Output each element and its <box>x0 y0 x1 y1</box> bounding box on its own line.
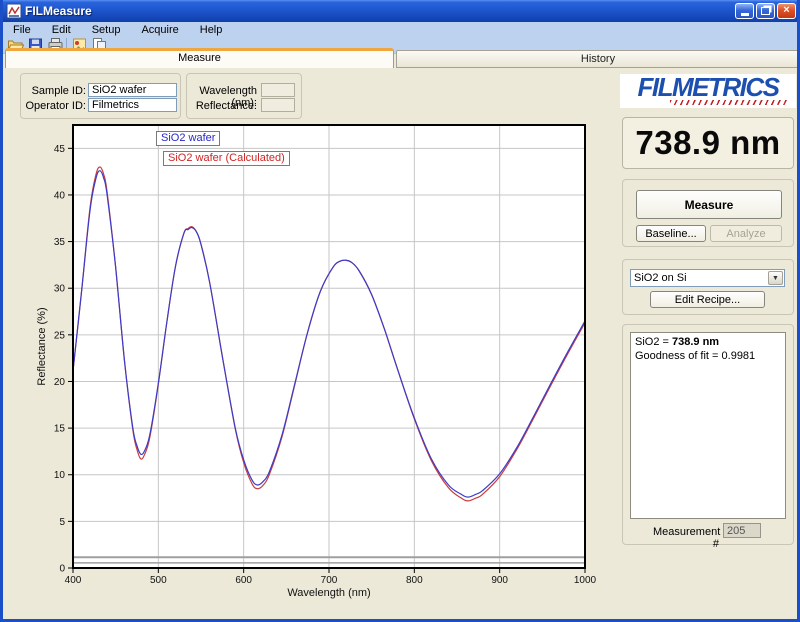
svg-text:400: 400 <box>65 575 82 586</box>
logo-text: FILMETRICS <box>638 72 779 102</box>
menu-bar: File Edit Setup Acquire Help <box>3 22 800 37</box>
svg-text:1000: 1000 <box>574 575 597 586</box>
svg-text:700: 700 <box>321 575 338 586</box>
svg-text:30: 30 <box>54 284 66 295</box>
results-listbox[interactable]: SiO2 = 738.9 nm Goodness of fit = 0.9981 <box>630 332 786 519</box>
minimize-button[interactable] <box>735 3 754 19</box>
menu-setup[interactable]: Setup <box>92 24 121 36</box>
result-thickness-line: SiO2 = 738.9 nm <box>635 335 781 349</box>
svg-text:40: 40 <box>54 190 66 201</box>
svg-text:Reflectance (%): Reflectance (%) <box>36 307 48 385</box>
menu-file[interactable]: File <box>13 24 31 36</box>
svg-text:0: 0 <box>59 564 65 575</box>
filmetrics-logo: FILMETRICS <box>620 74 796 108</box>
wavelength-readout <box>261 83 295 97</box>
svg-text:25: 25 <box>54 330 66 341</box>
title-bar[interactable]: FILMeasure × <box>0 0 800 22</box>
recipe-group: SiO2 on Si ▼ Edit Recipe... <box>622 259 794 315</box>
recipe-selected-value: SiO2 on Si <box>634 272 687 284</box>
close-button[interactable]: × <box>777 3 796 19</box>
chart-svg: 400 500 600 700 800 900 1000 0 5 10 15 20 25 30 35 40 45… <box>31 112 607 604</box>
app-icon <box>6 3 22 19</box>
window-title: FILMeasure <box>25 4 92 18</box>
measurement-number-field <box>723 523 761 538</box>
legend-calculated: SiO2 wafer (Calculated) <box>163 151 290 166</box>
thickness-display: 738.9 nm <box>622 117 794 169</box>
analyze-button[interactable]: Analyze <box>710 225 782 242</box>
result-gof-line: Goodness of fit = 0.9981 <box>635 349 781 363</box>
menu-acquire[interactable]: Acquire <box>141 24 178 36</box>
svg-text:35: 35 <box>54 237 66 248</box>
operator-id-label: Operator ID: <box>24 100 86 112</box>
sample-id-label: Sample ID: <box>24 85 86 97</box>
measurement-number-label: Measurement # <box>653 526 719 550</box>
combo-dropdown-button[interactable]: ▼ <box>768 271 783 285</box>
measure-group: Measure Baseline... Analyze <box>622 179 794 247</box>
tab-history[interactable]: History <box>396 50 800 68</box>
operator-id-input[interactable] <box>88 98 177 112</box>
restore-button[interactable] <box>756 3 775 19</box>
svg-text:5: 5 <box>59 517 65 528</box>
svg-text:500: 500 <box>150 575 167 586</box>
svg-text:800: 800 <box>406 575 423 586</box>
legend-measured: SiO2 wafer <box>156 131 220 146</box>
measure-button[interactable]: Measure <box>636 190 782 219</box>
svg-text:Wavelength (nm): Wavelength (nm) <box>287 587 370 599</box>
spectrum-chart: 400 500 600 700 800 900 1000 0 5 10 15 20 25 30 35 40 45… <box>31 112 607 604</box>
app-window: FILMeasure × File Edit Setup Acquire Hel… <box>0 0 800 622</box>
tab-measure[interactable]: Measure <box>5 48 394 68</box>
recipe-combobox[interactable]: SiO2 on Si ▼ <box>630 269 785 287</box>
svg-text:15: 15 <box>54 424 66 435</box>
svg-text:900: 900 <box>491 575 508 586</box>
results-group: SiO2 = 738.9 nm Goodness of fit = 0.9981… <box>622 324 794 545</box>
svg-text:45: 45 <box>54 144 66 155</box>
reflectance-label: Reflectance: <box>189 100 257 112</box>
svg-text:20: 20 <box>54 377 66 388</box>
menu-help[interactable]: Help <box>200 24 223 36</box>
reflectance-readout <box>261 98 295 112</box>
logo-hatch-decoration <box>670 100 788 105</box>
baseline-button[interactable]: Baseline... <box>636 225 706 242</box>
svg-text:600: 600 <box>235 575 252 586</box>
edit-recipe-button[interactable]: Edit Recipe... <box>650 291 765 308</box>
menu-edit[interactable]: Edit <box>52 24 71 36</box>
sample-id-input[interactable] <box>88 83 177 97</box>
svg-text:10: 10 <box>54 470 66 481</box>
